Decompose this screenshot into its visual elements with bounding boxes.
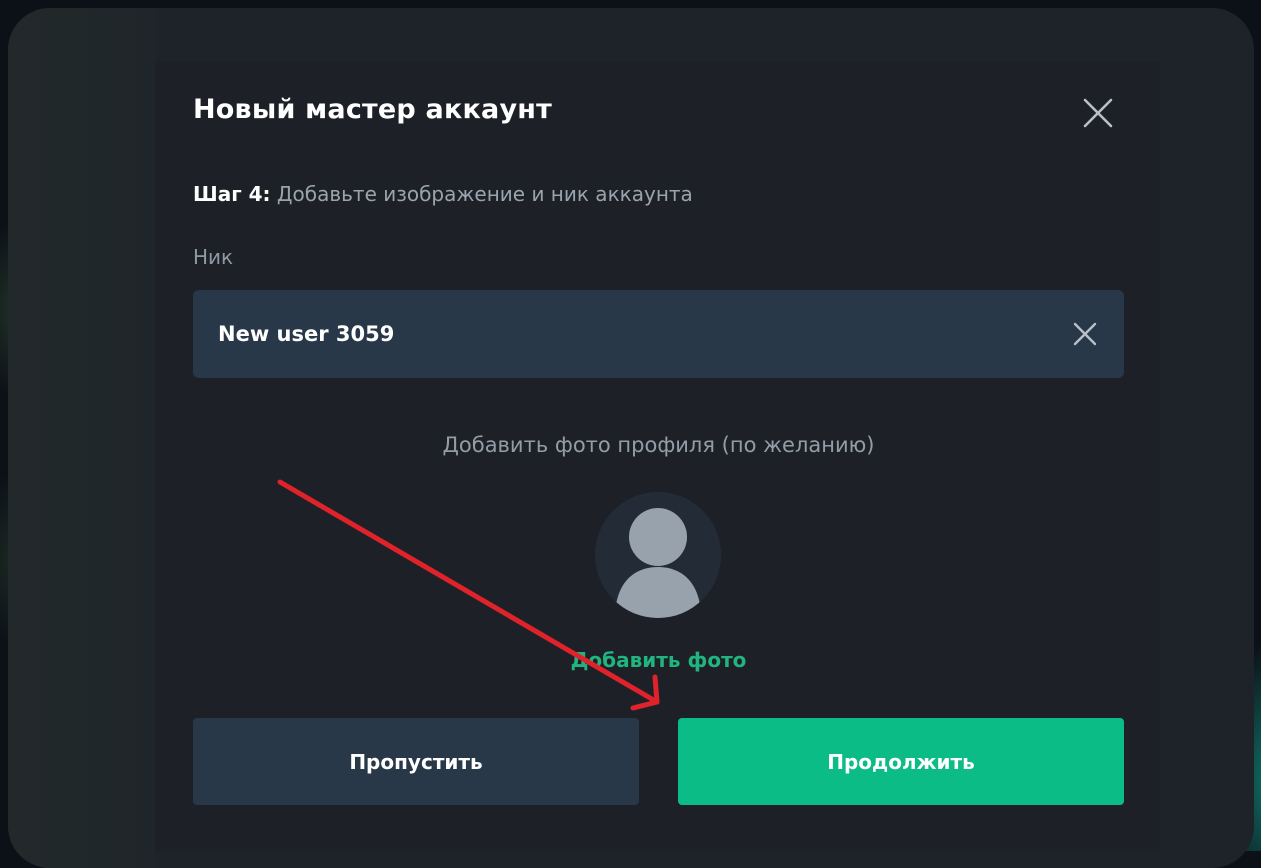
nick-input[interactable]	[218, 290, 1038, 378]
step-description: Добавьте изображение и ник аккаунта	[270, 182, 693, 206]
nick-label: Ник	[193, 245, 234, 269]
step-instruction: Шаг 4: Добавьте изображение и ник аккаун…	[193, 182, 693, 206]
user-avatar-icon	[615, 508, 701, 618]
avatar[interactable]	[595, 492, 721, 618]
dialog-title: Новый мастер аккаунт	[193, 94, 552, 125]
profile-photo-label: Добавить фото профиля (по желанию)	[442, 433, 875, 457]
background-panel	[8, 8, 156, 868]
continue-button[interactable]: Продолжить	[678, 718, 1124, 805]
skip-button[interactable]: Пропустить	[193, 718, 639, 805]
step-number: Шаг 4:	[193, 182, 271, 206]
clear-nick-button[interactable]	[1068, 317, 1102, 351]
clear-icon	[1073, 322, 1097, 346]
close-icon	[1083, 98, 1113, 128]
nick-field	[193, 290, 1124, 378]
close-button[interactable]	[1078, 93, 1118, 133]
add-photo-link[interactable]: Добавить фото	[193, 648, 1124, 672]
